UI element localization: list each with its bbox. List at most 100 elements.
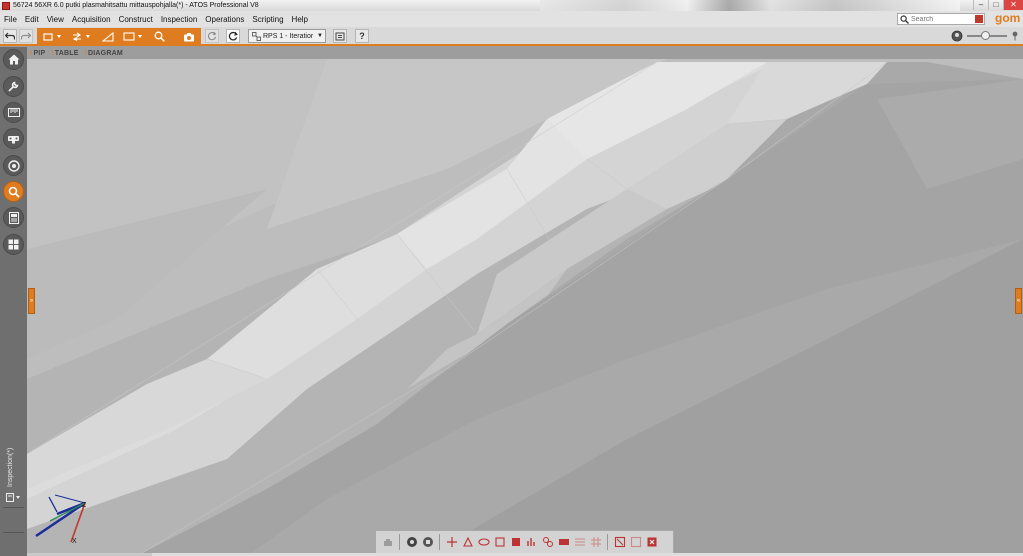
select-pattern-button[interactable]: [572, 535, 587, 550]
tab-table[interactable]: ⁝TABLE: [48, 49, 81, 57]
tab-diagram[interactable]: ⁝DIAGRAM: [82, 49, 126, 57]
menu-operations[interactable]: Operations: [201, 15, 248, 24]
patch-icon: [558, 539, 569, 545]
select-chart-button[interactable]: [524, 535, 539, 550]
undo-icon: [5, 32, 15, 40]
hand-icon: [383, 539, 392, 546]
help-button[interactable]: ?: [355, 29, 369, 43]
workspace-label: Inspection(*): [7, 439, 19, 487]
select-rect-button[interactable]: [492, 535, 507, 550]
select-surface-button[interactable]: [460, 535, 475, 550]
home-icon: [8, 54, 19, 65]
transform-icon: [72, 32, 90, 41]
select-through-button[interactable]: [508, 535, 523, 550]
magnifier-icon: [8, 186, 20, 198]
axis-x-label: X: [72, 538, 77, 545]
wrench-icon: [8, 81, 19, 92]
select-through-icon: [511, 538, 520, 546]
view-toolbar: [375, 530, 674, 554]
explorer-toggle-button[interactable]: [3, 490, 24, 504]
refresh-button[interactable]: [226, 29, 240, 43]
zoom-button[interactable]: [151, 30, 167, 43]
menu-view[interactable]: View: [43, 15, 68, 24]
zoom-slider-thumb[interactable]: [981, 31, 990, 40]
properties-icon: [335, 32, 345, 40]
menu-file[interactable]: File: [0, 15, 21, 24]
measure-icon: [102, 31, 114, 42]
search-input[interactable]: [911, 14, 973, 24]
delete-selection-button[interactable]: [644, 535, 659, 550]
invert-selection-button[interactable]: [628, 535, 643, 550]
search-icon: [900, 14, 909, 24]
sidebar-layout-button[interactable]: [3, 234, 24, 255]
sidebar-scan-button[interactable]: [3, 128, 24, 149]
transform-dropdown-button[interactable]: [70, 30, 94, 43]
toolbar-divider: [607, 534, 608, 550]
snapshot-button[interactable]: [179, 30, 199, 43]
zoom-slider[interactable]: [967, 31, 1007, 40]
restore-button[interactable]: □: [988, 0, 1003, 10]
close-button[interactable]: ✕: [1003, 0, 1023, 10]
light-bulb-icon[interactable]: [951, 30, 963, 42]
select-patch-button[interactable]: [556, 535, 571, 550]
recalculate-button[interactable]: [205, 29, 219, 43]
alignment-select[interactable]: RPS 1 - Iteratior ▼: [248, 29, 326, 43]
alignment-icon: [252, 31, 261, 41]
main-toolbar: RPS 1 - Iteratior ▼ ?: [0, 27, 1023, 46]
view-tab-strip: ⁝PIP ⁝TABLE ⁝DIAGRAM: [27, 47, 126, 59]
3d-viewport[interactable]: Z X: [27, 59, 1023, 556]
select-area-button[interactable]: [476, 535, 491, 550]
target-icon: [7, 159, 20, 172]
select-grid-button[interactable]: [588, 535, 603, 550]
rotate-view-button[interactable]: [404, 535, 419, 550]
menu-construct[interactable]: Construct: [115, 15, 157, 24]
sidebar-inspection-button[interactable]: [3, 181, 24, 202]
sidebar-home-button[interactable]: [3, 49, 24, 70]
search-box: [897, 13, 985, 25]
undo-button[interactable]: [3, 29, 17, 43]
minimize-button[interactable]: –: [973, 0, 988, 10]
right-panel-toggle[interactable]: «: [1015, 288, 1022, 314]
pan-button[interactable]: [380, 535, 395, 550]
element-dropdown-button[interactable]: [41, 30, 65, 43]
workspace-sidebar: Inspection(*): [0, 47, 27, 556]
menu-scripting[interactable]: Scripting: [248, 15, 287, 24]
left-panel-toggle[interactable]: »: [28, 288, 35, 314]
select-point-button[interactable]: [444, 535, 459, 550]
sidebar-divider: [3, 507, 24, 508]
menu-edit[interactable]: Edit: [21, 15, 43, 24]
measure-button[interactable]: [99, 30, 117, 43]
menu-acquisition[interactable]: Acquisition: [68, 15, 115, 24]
sidebar-prepare-button[interactable]: [3, 76, 24, 97]
label-dropdown-button[interactable]: [121, 30, 147, 43]
sidebar-report-button[interactable]: [3, 207, 24, 228]
grid-select-icon: [590, 537, 601, 547]
redo-button[interactable]: [19, 29, 33, 43]
view-controls: [951, 30, 1019, 42]
deselect-button[interactable]: [612, 535, 627, 550]
sidebar-acquisition-button[interactable]: [3, 102, 24, 123]
fit-view-button[interactable]: [420, 535, 435, 550]
sidebar-alignment-button[interactable]: [3, 155, 24, 176]
tab-table-label: TABLE: [54, 50, 79, 57]
properties-button[interactable]: [333, 29, 347, 43]
gom-logo-text: gom: [995, 11, 1021, 25]
recalculate-icon: [207, 31, 217, 41]
chevron-left-icon: «: [1016, 298, 1021, 304]
select-surface-icon: [462, 536, 473, 547]
delete-selection-icon: [647, 537, 656, 547]
pattern-icon: [574, 538, 585, 546]
tab-pip[interactable]: ⁝PIP: [27, 49, 48, 57]
connected-icon: [542, 537, 553, 547]
search-clear-icon[interactable]: [975, 15, 983, 23]
deselect-icon: [614, 536, 625, 548]
alignment-select-value: RPS 1 - Iteratior: [263, 32, 314, 40]
select-connected-button[interactable]: [540, 535, 555, 550]
menu-inspection[interactable]: Inspection: [157, 15, 201, 24]
toolbar-divider: [399, 534, 400, 550]
ruler-icon: [7, 108, 20, 117]
mesh-render: Z X: [27, 59, 1023, 556]
toolbar-divider: [439, 534, 440, 550]
menu-help[interactable]: Help: [288, 15, 312, 24]
pin-icon[interactable]: [1011, 31, 1019, 41]
